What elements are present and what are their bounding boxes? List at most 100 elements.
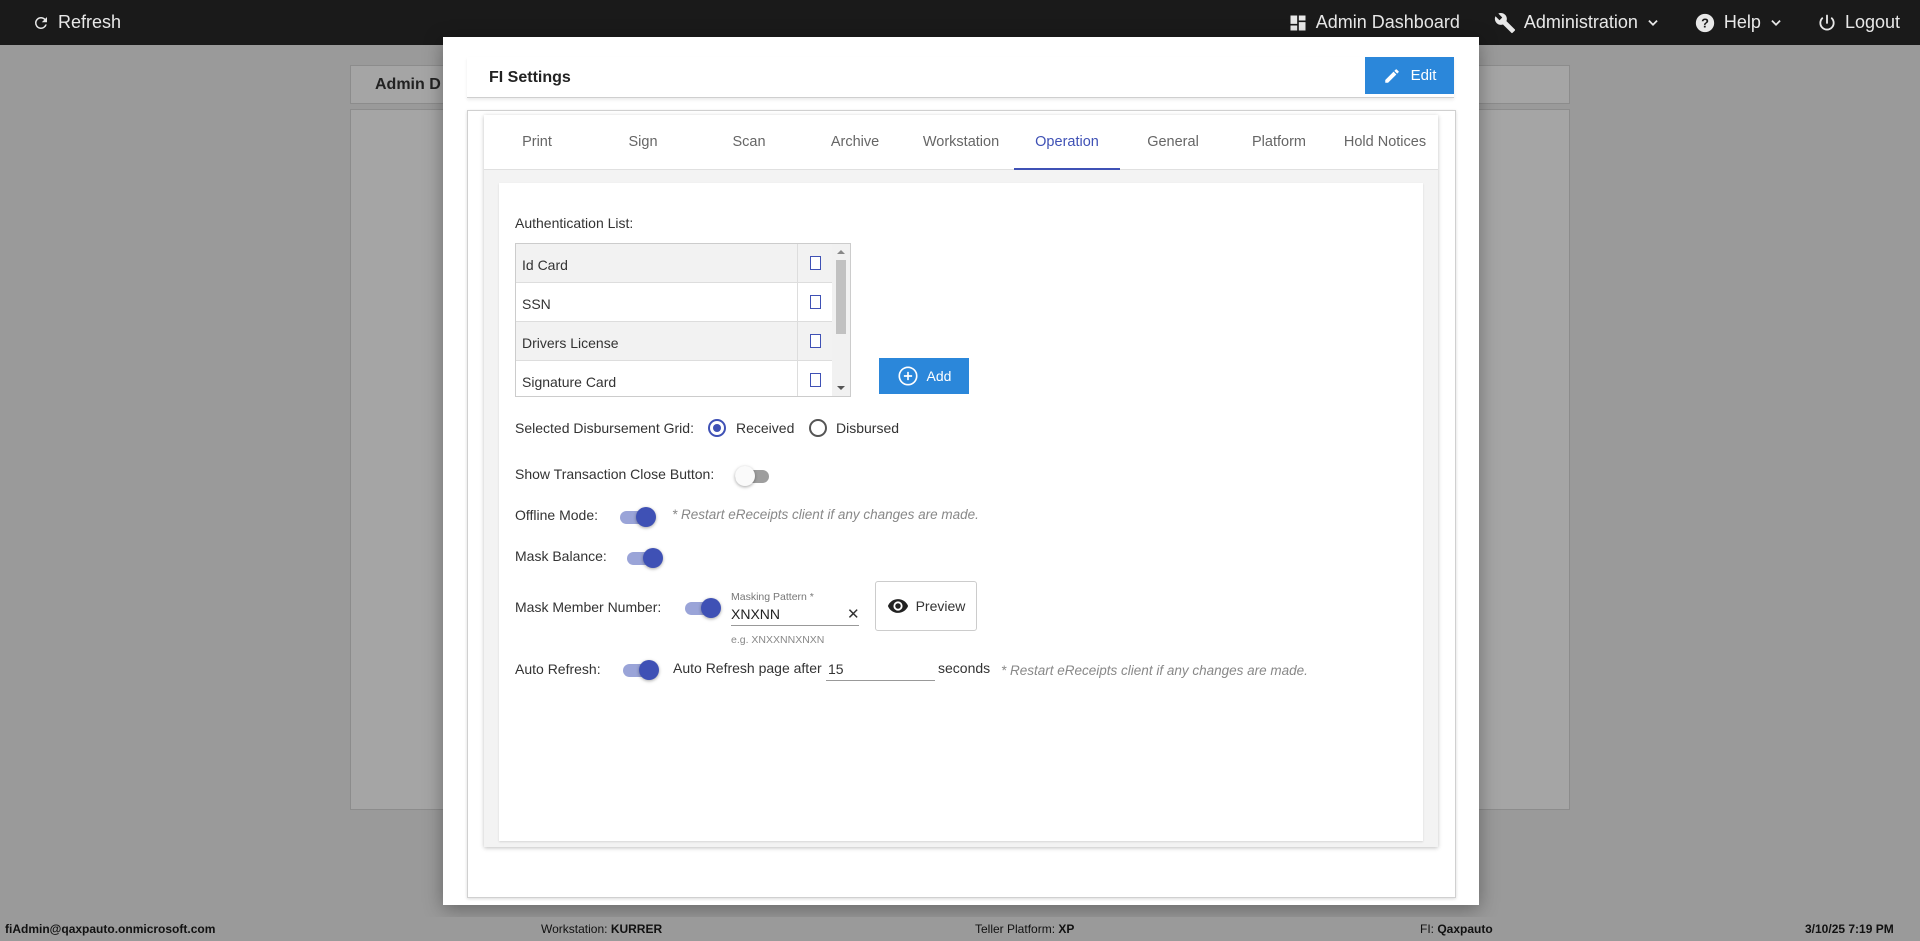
- fi-settings-dialog: FI Settings Edit Print Sign Scan Archive…: [443, 37, 1479, 905]
- list-scrollbar[interactable]: [832, 244, 850, 396]
- auth-item-checkbox-cell: [797, 244, 832, 282]
- list-item[interactable]: Signature Card: [516, 361, 832, 396]
- user-email: fiAdmin@qaxpauto.onmicrosoft.com: [5, 922, 216, 936]
- logout-label: Logout: [1844, 12, 1900, 32]
- auth-item-name: Id Card: [522, 257, 568, 273]
- platform-label: Teller Platform:: [975, 922, 1056, 936]
- auth-item-checkbox[interactable]: [809, 295, 821, 309]
- mask-member-number-label: Mask Member Number:: [515, 599, 662, 615]
- preview-button[interactable]: Preview: [875, 581, 977, 631]
- list-item[interactable]: Id Card: [516, 244, 832, 283]
- seconds-label: seconds: [938, 660, 991, 676]
- scroll-thumb[interactable]: [836, 260, 846, 334]
- platform-value: XP: [1058, 922, 1075, 936]
- logout-button[interactable]: Logout: [1817, 0, 1900, 45]
- mask-member-number-toggle[interactable]: [685, 597, 721, 619]
- tab-workstation[interactable]: Workstation: [908, 115, 1014, 169]
- scroll-down-arrow-icon[interactable]: [837, 386, 845, 390]
- help-menu[interactable]: ? Help: [1694, 0, 1783, 45]
- dashboard-icon: [1288, 13, 1308, 33]
- chevron-down-icon: [1646, 16, 1660, 30]
- pencil-icon: [1383, 67, 1401, 85]
- close-button-toggle[interactable]: [735, 465, 771, 487]
- tab-print[interactable]: Print: [484, 115, 590, 169]
- disbursed-label: Disbursed: [836, 420, 900, 436]
- disbursement-grid-label: Selected Disbursement Grid:: [515, 420, 694, 436]
- background-page-title: Admin D: [375, 76, 441, 93]
- admin-dashboard-label: Admin Dashboard: [1315, 12, 1460, 32]
- offline-mode-toggle[interactable]: [620, 506, 656, 528]
- operation-panel: Authentication List: Id Card SSN Drivers…: [499, 183, 1423, 841]
- chevron-down-icon: [1769, 16, 1783, 30]
- status-user: fiAdmin@qaxpauto.onmicrosoft.com: [5, 922, 215, 936]
- auto-refresh-label: Auto Refresh:: [515, 661, 601, 677]
- auth-item-checkbox-cell: [797, 361, 832, 396]
- auth-item-checkbox[interactable]: [809, 256, 821, 270]
- refresh-icon: [32, 14, 50, 32]
- add-button[interactable]: Add: [879, 358, 969, 394]
- masking-pattern-input[interactable]: [731, 603, 859, 626]
- received-label: Received: [736, 420, 795, 436]
- mask-balance-toggle[interactable]: [627, 547, 663, 569]
- administration-label: Administration: [1523, 12, 1638, 32]
- status-workstation: Workstation: KURRER: [541, 922, 662, 936]
- auth-item-name: SSN: [522, 296, 551, 312]
- tab-general[interactable]: General: [1120, 115, 1226, 169]
- auto-refresh-after-label: Auto Refresh page after: [673, 660, 822, 676]
- auto-refresh-seconds-input[interactable]: [826, 658, 935, 681]
- power-icon: [1817, 13, 1837, 33]
- edit-label: Edit: [1410, 67, 1437, 84]
- close-button-label: Show Transaction Close Button:: [515, 466, 715, 482]
- status-bar: fiAdmin@qaxpauto.onmicrosoft.com Worksta…: [0, 917, 1920, 941]
- tab-hold-notices[interactable]: Hold Notices: [1332, 115, 1438, 169]
- received-radio[interactable]: [708, 419, 726, 437]
- plus-circle-icon: [897, 365, 919, 387]
- masking-pattern-example: e.g. XNXXNNXNXN: [731, 634, 825, 646]
- datetime-value: 3/10/25 7:19 PM: [1805, 922, 1894, 936]
- auth-item-checkbox[interactable]: [809, 373, 821, 387]
- help-circle-icon: ?: [1694, 12, 1716, 34]
- fi-label: FI:: [1420, 922, 1434, 936]
- refresh-button[interactable]: Refresh: [32, 0, 121, 45]
- wrench-icon: [1494, 12, 1516, 34]
- administration-menu[interactable]: Administration: [1494, 0, 1660, 45]
- list-item[interactable]: Drivers License: [516, 322, 832, 361]
- offline-restart-hint: * Restart eReceipts client if any change…: [672, 507, 979, 522]
- tab-platform[interactable]: Platform: [1226, 115, 1332, 169]
- svg-text:?: ?: [1701, 15, 1709, 30]
- status-datetime: 3/10/25 7:19 PM: [1805, 922, 1894, 936]
- auto-refresh-restart-hint: * Restart eReceipts client if any change…: [1001, 663, 1308, 678]
- workstation-value: KURRER: [610, 922, 663, 936]
- auth-item-checkbox[interactable]: [809, 334, 821, 348]
- mask-balance-label: Mask Balance:: [515, 548, 607, 564]
- dialog-title: FI Settings: [489, 69, 571, 86]
- add-label: Add: [926, 368, 952, 384]
- fi-value: Qaxpauto: [1437, 922, 1493, 936]
- workstation-label: Workstation:: [541, 922, 608, 936]
- masking-pattern-label: Masking Pattern *: [731, 591, 814, 603]
- disbursed-radio[interactable]: [809, 419, 827, 437]
- settings-card: Print Sign Scan Archive Workstation Oper…: [467, 110, 1456, 898]
- status-platform: Teller Platform: XP: [975, 922, 1074, 936]
- auth-item-checkbox-cell: [797, 322, 832, 360]
- auth-item-name: Drivers License: [522, 335, 619, 351]
- tab-scan[interactable]: Scan: [696, 115, 802, 169]
- tab-sign[interactable]: Sign: [590, 115, 696, 169]
- scroll-up-arrow-icon[interactable]: [837, 250, 845, 254]
- edit-button[interactable]: Edit: [1365, 57, 1454, 94]
- dialog-header: FI Settings Edit: [467, 57, 1454, 98]
- status-fi: FI: Qaxpauto: [1420, 922, 1493, 936]
- tab-operation[interactable]: Operation: [1014, 115, 1120, 170]
- settings-tabs: Print Sign Scan Archive Workstation Oper…: [484, 115, 1438, 170]
- preview-label: Preview: [915, 598, 966, 614]
- clear-icon[interactable]: ✕: [847, 605, 860, 623]
- eye-icon: [887, 595, 909, 617]
- auth-item-name: Signature Card: [522, 374, 617, 390]
- auto-refresh-toggle[interactable]: [623, 659, 659, 681]
- help-label: Help: [1723, 12, 1761, 32]
- authentication-list: Id Card SSN Drivers License Signature Ca…: [515, 243, 851, 397]
- auth-item-checkbox-cell: [797, 283, 832, 321]
- list-item[interactable]: SSN: [516, 283, 832, 322]
- authentication-list-label: Authentication List:: [515, 215, 634, 231]
- tab-archive[interactable]: Archive: [802, 115, 908, 169]
